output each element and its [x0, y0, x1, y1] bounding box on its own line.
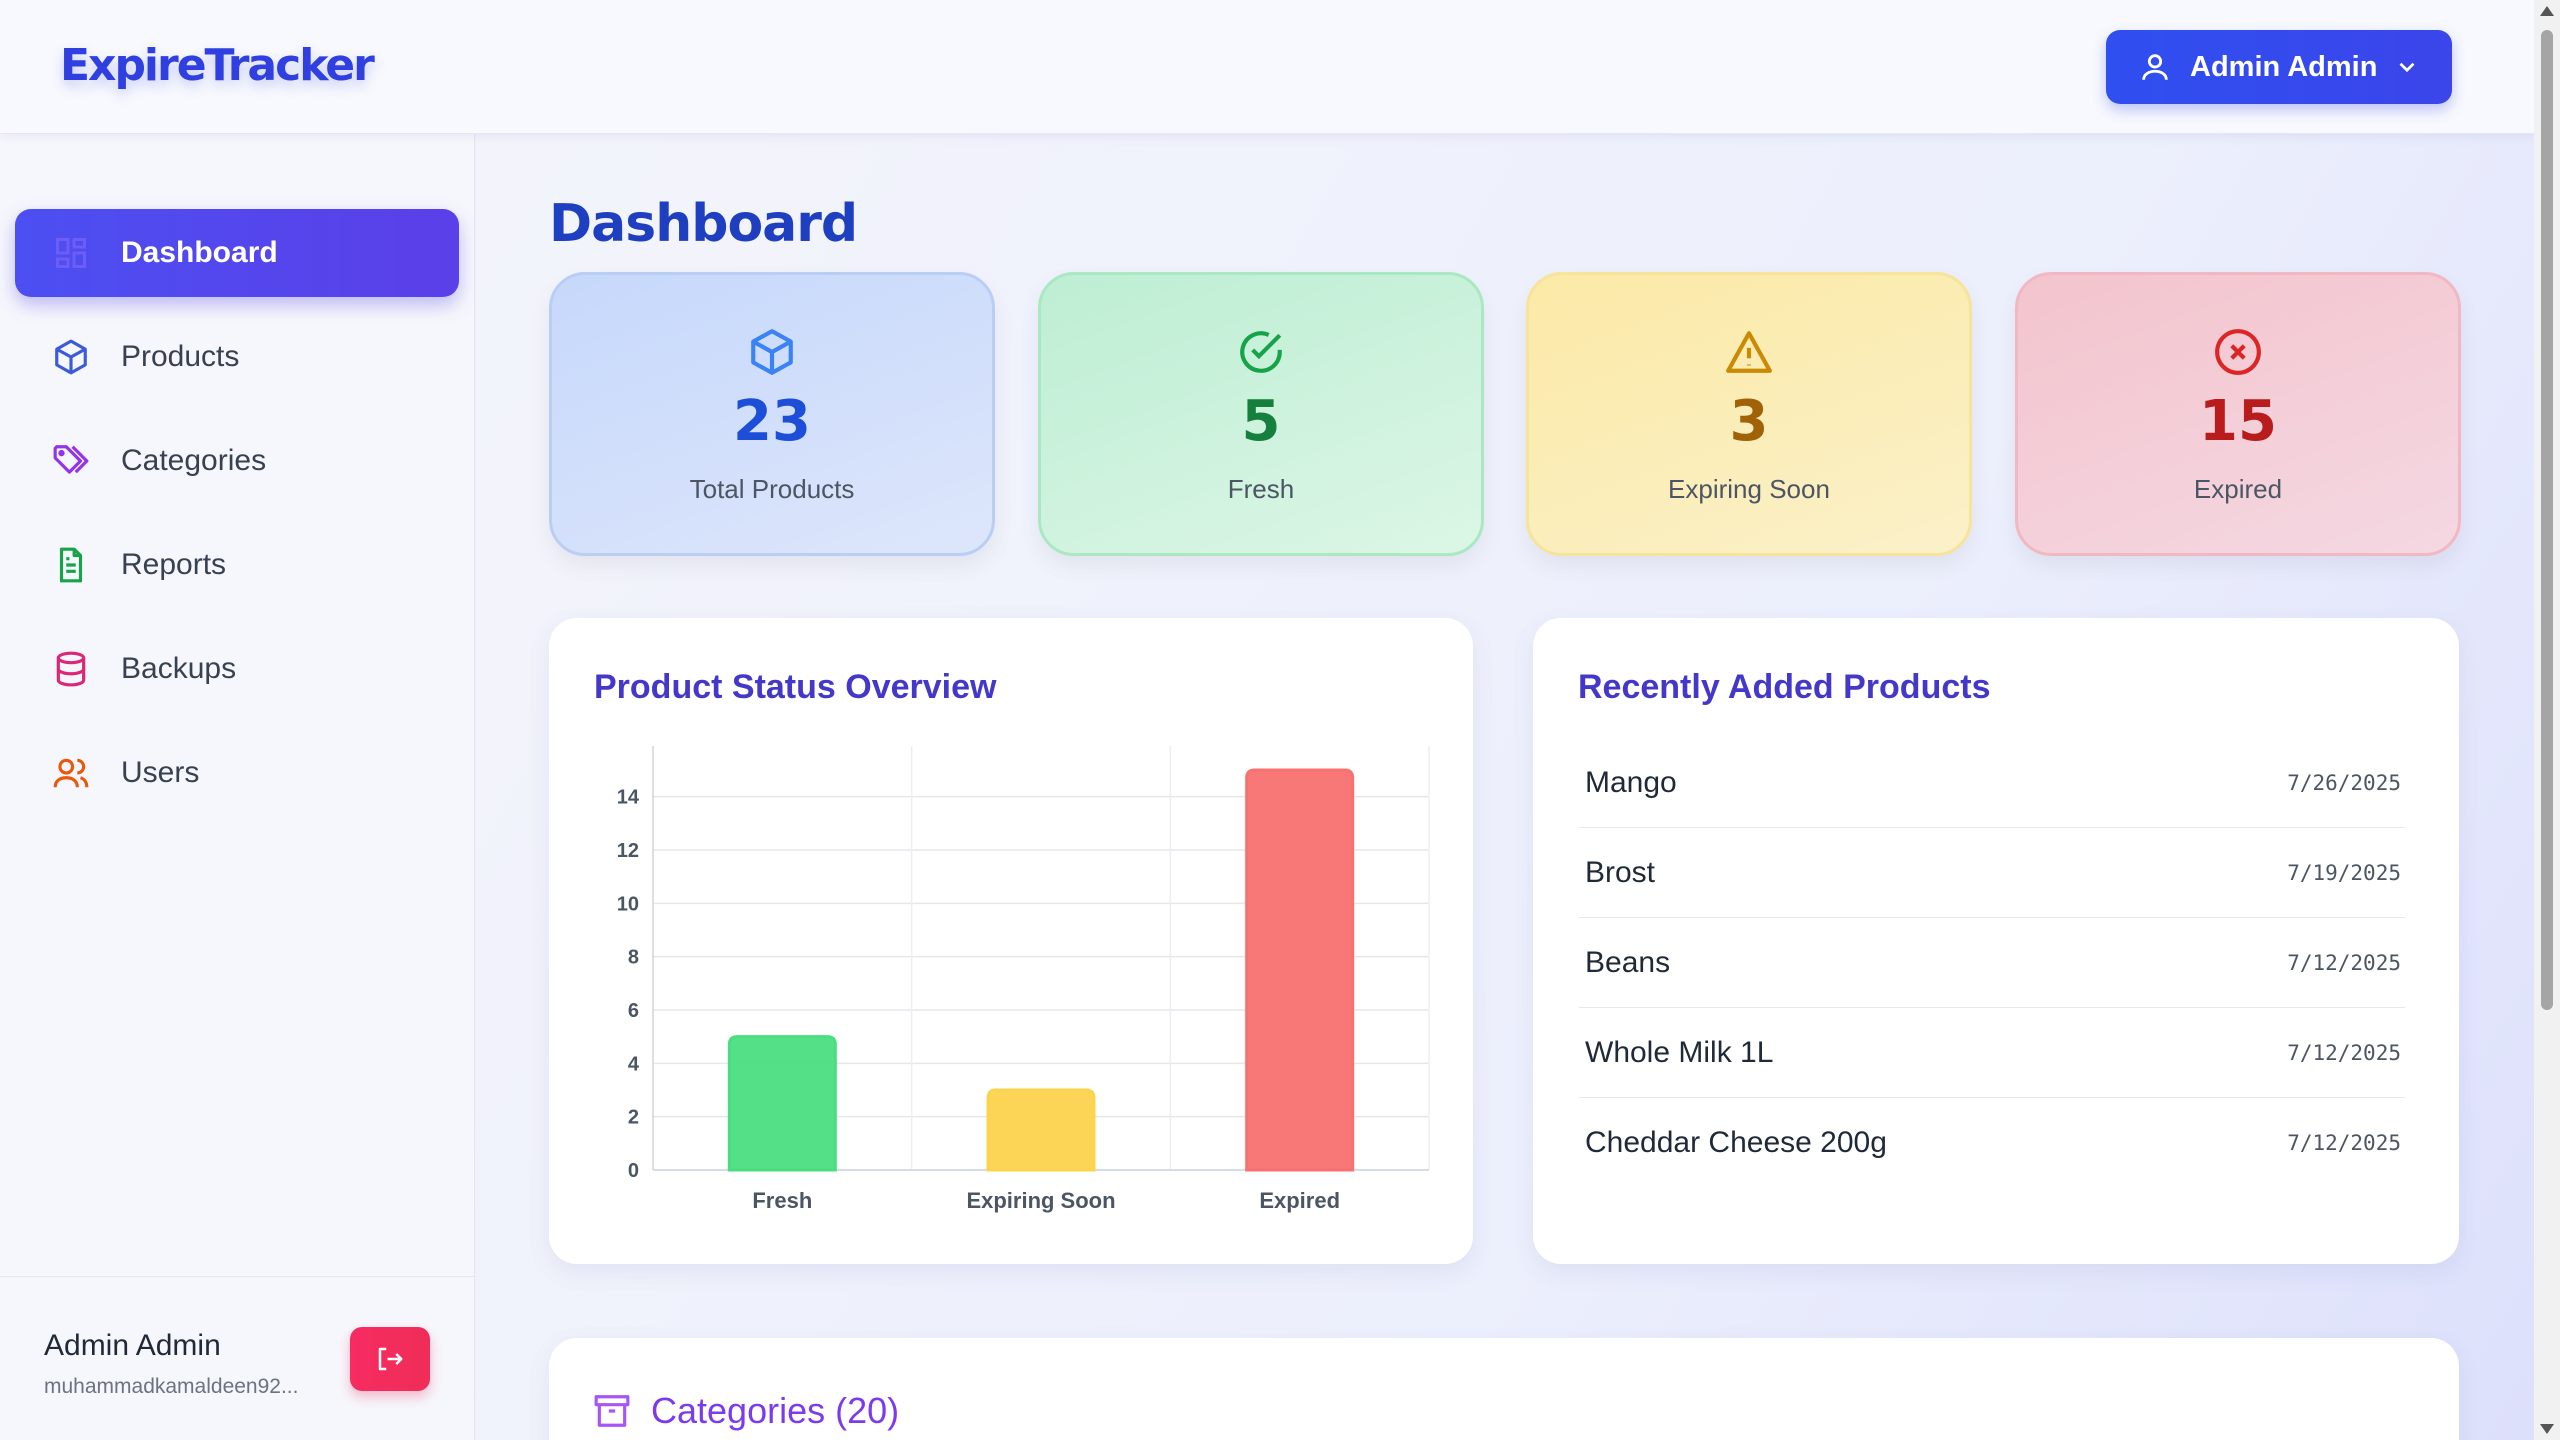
- status-bar-chart: 0 2 4 6 8 10 12 14 Fresh Expiring Soon Expired: [617, 746, 1430, 1213]
- product-date: 7/12/2025: [2287, 950, 2401, 975]
- product-name: Beans: [1585, 945, 1671, 979]
- sidebar-item-dashboard[interactable]: Dashboard: [15, 209, 459, 297]
- product-name: Mango: [1585, 765, 1677, 799]
- sidebar-item-reports[interactable]: Reports: [15, 521, 459, 609]
- y-tick-label: 2: [628, 1107, 639, 1129]
- product-date: 7/12/2025: [2287, 1040, 2401, 1065]
- current-user-name: Admin Admin: [44, 1329, 221, 1362]
- sidebar-item-backups[interactable]: Backups: [15, 625, 459, 713]
- product-date: 7/19/2025: [2287, 860, 2401, 885]
- cube-icon: [51, 337, 91, 377]
- list-item[interactable]: Brost 7/19/2025: [1579, 828, 2405, 918]
- y-tick-label: 0: [628, 1160, 639, 1182]
- stat-card-expired: 15 Expired: [2015, 272, 2461, 556]
- categories-card: Categories (20): [549, 1338, 2459, 1440]
- status-chart-card: Product Status Overview 0 2 4 6 8 10 12 14 Fresh…: [549, 618, 1473, 1264]
- y-tick-label: 10: [617, 893, 639, 915]
- user-menu-button[interactable]: Admin Admin: [2106, 30, 2452, 104]
- product-name: Cheddar Cheese 200g: [1585, 1126, 1887, 1159]
- grid-icon: [51, 233, 91, 273]
- x-tick-label: Fresh: [752, 1188, 812, 1213]
- stat-card-fresh: 5 Fresh: [1038, 272, 1484, 556]
- bar-expired: [1245, 768, 1355, 1172]
- stat-card-expiring: 3 Expiring Soon: [1526, 272, 1972, 556]
- sidebar-item-label: Dashboard: [121, 236, 278, 269]
- stat-value: 5: [1241, 389, 1281, 454]
- users-icon: [51, 753, 91, 793]
- cube-icon: [751, 329, 793, 375]
- list-item[interactable]: Beans 7/12/2025: [1579, 918, 2405, 1008]
- categories-heading: Categories (20): [593, 1390, 899, 1432]
- product-date: 7/12/2025: [2287, 1131, 2401, 1155]
- categories-title: Categories (20): [651, 1390, 900, 1431]
- sidebar-item-label: Backups: [121, 652, 237, 685]
- list-item[interactable]: Cheddar Cheese 200g 7/12/2025: [1579, 1098, 2405, 1188]
- sidebar-item-label: Categories: [121, 444, 267, 477]
- sidebar-nav: Dashboard Products Categories Reports Ba…: [15, 209, 459, 833]
- list-item[interactable]: Mango 7/26/2025: [1579, 738, 2405, 828]
- logout-button[interactable]: [350, 1327, 430, 1391]
- list-item[interactable]: Whole Milk 1L 7/12/2025: [1579, 1008, 2405, 1098]
- main-content: Dashboard 23 Total Products 5 Fresh 3 Ex…: [476, 134, 2534, 1440]
- stat-label: Expiring Soon: [1668, 474, 1830, 504]
- recent-products-card: Recently Added Products Mango 7/26/2025 B…: [1533, 618, 2459, 1264]
- x-circle-icon: [2215, 329, 2261, 375]
- scroll-up-arrow[interactable]: [2540, 6, 2554, 16]
- y-tick-label: 4: [628, 1053, 640, 1075]
- archive-icon: [594, 1395, 630, 1427]
- top-header: ExpireTracker Admin Admin: [0, 0, 2534, 134]
- stat-value: 23: [733, 389, 811, 454]
- stat-label: Total Products: [689, 474, 855, 504]
- y-tick-label: 14: [617, 787, 640, 809]
- user-menu-label: Admin Admin: [2190, 50, 2378, 83]
- stat-card-total: 23 Total Products: [549, 272, 995, 556]
- x-tick-label: Expired: [1259, 1188, 1340, 1213]
- tags-icon: [51, 441, 91, 481]
- sidebar-item-categories[interactable]: Categories: [15, 417, 459, 505]
- current-user-email: muhammadkamaldeen92...: [44, 1375, 299, 1398]
- logout-icon: [378, 1347, 403, 1371]
- recent-products-list: Mango 7/26/2025 Brost 7/19/2025 Beans 7/12/…: [1579, 738, 2405, 1188]
- bar-expiring-soon: [986, 1088, 1096, 1172]
- stat-value: 15: [2199, 389, 2277, 454]
- database-icon: [51, 649, 91, 689]
- sidebar-item-label: Reports: [121, 548, 227, 581]
- scroll-down-arrow[interactable]: [2540, 1424, 2554, 1434]
- y-tick-label: 12: [617, 840, 639, 862]
- sidebar: Dashboard Products Categories Reports Ba…: [0, 134, 475, 1440]
- page-title: Dashboard: [549, 194, 858, 254]
- document-icon: [51, 545, 91, 585]
- user-icon: [2142, 54, 2168, 80]
- page-scrollbar[interactable]: [2534, 0, 2560, 1440]
- recent-title: Recently Added Products: [1578, 668, 1991, 706]
- chevron-down-icon: [2399, 62, 2415, 73]
- sidebar-item-label: Products: [121, 340, 240, 373]
- product-name: Brost: [1585, 855, 1656, 889]
- y-tick-label: 8: [628, 947, 639, 969]
- stat-value: 3: [1729, 389, 1769, 454]
- bar-fresh: [727, 1035, 837, 1172]
- sidebar-item-users[interactable]: Users: [15, 729, 459, 817]
- x-tick-label: Expiring Soon: [966, 1188, 1115, 1213]
- check-circle-icon: [1240, 331, 1282, 373]
- sidebar-item-products[interactable]: Products: [15, 313, 459, 401]
- product-name: Whole Milk 1L: [1585, 1035, 1774, 1069]
- stat-label: Fresh: [1227, 474, 1295, 504]
- warning-icon: [1726, 331, 1772, 373]
- scrollbar-thumb[interactable]: [2541, 30, 2553, 1010]
- product-date: 7/26/2025: [2287, 770, 2401, 795]
- sidebar-item-label: Users: [121, 756, 200, 789]
- app-logo[interactable]: ExpireTracker: [60, 40, 375, 91]
- sidebar-footer: Admin Admin muhammadkamaldeen92...: [0, 1276, 475, 1440]
- y-tick-label: 6: [628, 1000, 639, 1022]
- stat-label: Expired: [2193, 474, 2283, 504]
